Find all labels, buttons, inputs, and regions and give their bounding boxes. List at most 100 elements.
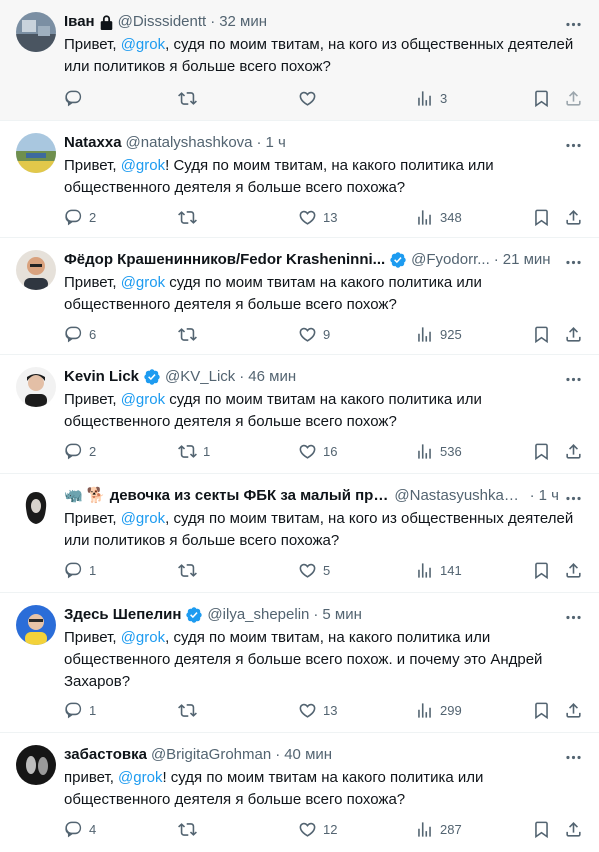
tweet-item[interactable]: Nataxxa @natalyshashkova · 1 ч Привет, @… — [0, 121, 599, 238]
views-button[interactable]: 536 — [415, 441, 462, 461]
bookmark-icon — [535, 702, 548, 719]
author-name[interactable]: Фёдор Крашенинников/Fedor Krasheninni... — [64, 250, 385, 270]
tweet-item[interactable]: забастовка @BrigitaGrohman · 40 мин прив… — [0, 733, 599, 852]
like-count: 12 — [323, 821, 338, 837]
author-name[interactable]: Nataxxa — [64, 133, 122, 153]
repost-button[interactable] — [178, 88, 203, 108]
more-options-icon[interactable] — [563, 369, 583, 389]
bookmark-button[interactable] — [532, 441, 551, 461]
more-options-icon[interactable] — [563, 252, 583, 272]
views-button[interactable]: 287 — [415, 819, 462, 839]
mention-link[interactable]: @grok — [121, 391, 165, 408]
author-name[interactable]: 🦏 🐕 девочка из секты ФБК за малый пра... — [64, 486, 390, 506]
timestamp[interactable]: 1 ч — [266, 133, 286, 153]
like-button[interactable] — [298, 88, 323, 108]
timestamp[interactable]: 46 мин — [248, 367, 296, 387]
share-button[interactable] — [564, 207, 583, 227]
repost-button[interactable] — [178, 324, 203, 344]
reply-icon — [65, 443, 82, 459]
author-handle[interactable]: @NastasyushkaC... — [394, 486, 525, 506]
author-handle[interactable]: @ilya_shepelin — [207, 605, 309, 625]
separator-dot: · — [493, 251, 499, 268]
author-handle[interactable]: @BrigitaGrohman — [151, 745, 271, 765]
bookmark-button[interactable] — [532, 88, 551, 108]
views-button[interactable]: 3 — [415, 88, 447, 108]
timestamp[interactable]: 1 ч — [539, 486, 559, 506]
reply-button[interactable] — [64, 88, 89, 108]
tweet-header: Kevin Lick @KV_Lick · 46 мин — [64, 367, 559, 387]
author-name[interactable]: забастовка — [64, 745, 147, 765]
like-button[interactable]: 13 — [298, 207, 337, 227]
like-button[interactable]: 12 — [298, 819, 337, 839]
views-button[interactable]: 348 — [415, 207, 462, 227]
views-button[interactable]: 925 — [415, 324, 462, 344]
avatar[interactable] — [16, 745, 56, 785]
author-name[interactable]: Іван — [64, 12, 95, 32]
reply-button[interactable]: 1 — [64, 560, 96, 580]
like-button[interactable]: 13 — [298, 700, 337, 720]
more-options-icon[interactable] — [563, 488, 583, 508]
author-name[interactable]: Kevin Lick — [64, 367, 139, 387]
more-options-icon[interactable] — [563, 14, 583, 34]
avatar[interactable] — [16, 12, 56, 52]
reply-button[interactable]: 6 — [64, 324, 96, 344]
share-button[interactable] — [564, 700, 583, 720]
tweet-item[interactable]: Іван @Disssidentt · 32 мин Привет, @grok… — [0, 0, 599, 121]
tweet-item[interactable]: 🦏 🐕 девочка из секты ФБК за малый пра...… — [0, 474, 599, 593]
separator-dot: · — [210, 13, 216, 30]
reply-button[interactable]: 1 — [64, 700, 96, 720]
tweet-item[interactable]: Фёдор Крашенинников/Fedor Krasheninni...… — [0, 238, 599, 355]
author-handle[interactable]: @Fyodorr... — [411, 250, 490, 270]
bookmark-button[interactable] — [532, 700, 551, 720]
avatar[interactable] — [16, 367, 56, 407]
views-icon — [418, 702, 431, 718]
share-button[interactable] — [564, 441, 583, 461]
tweet-item[interactable]: Kevin Lick @KV_Lick · 46 мин Привет, @gr… — [0, 355, 599, 474]
author-handle[interactable]: @natalyshashkova — [126, 133, 253, 153]
views-button[interactable]: 141 — [415, 560, 462, 580]
timestamp[interactable]: 5 мин — [322, 605, 362, 625]
avatar[interactable] — [16, 486, 56, 526]
share-button[interactable] — [564, 88, 583, 108]
like-button[interactable]: 5 — [298, 560, 330, 580]
timestamp[interactable]: 40 мин — [284, 745, 332, 765]
avatar[interactable] — [16, 605, 56, 645]
mention-link[interactable]: @grok — [121, 629, 165, 646]
mention-link[interactable]: @grok — [121, 510, 165, 527]
repost-button[interactable] — [178, 819, 203, 839]
like-button[interactable]: 9 — [298, 324, 330, 344]
repost-button[interactable]: 1 — [178, 441, 210, 461]
mention-link[interactable]: @grok — [121, 36, 165, 53]
reply-button[interactable]: 4 — [64, 819, 96, 839]
repost-button[interactable] — [178, 700, 203, 720]
more-options-icon[interactable] — [563, 135, 583, 155]
repost-button[interactable] — [178, 560, 203, 580]
heart-icon — [299, 563, 316, 578]
bookmark-button[interactable] — [532, 207, 551, 227]
timestamp[interactable]: 32 мин — [219, 12, 267, 32]
avatar[interactable] — [16, 250, 56, 290]
share-button[interactable] — [564, 819, 583, 839]
author-name[interactable]: Здесь Шепелин — [64, 605, 181, 625]
mention-link[interactable]: @grok — [118, 769, 162, 786]
bookmark-button[interactable] — [532, 324, 551, 344]
reply-button[interactable]: 2 — [64, 441, 96, 461]
more-options-icon[interactable] — [563, 607, 583, 627]
more-options-icon[interactable] — [563, 747, 583, 767]
mention-link[interactable]: @grok — [121, 274, 165, 291]
bookmark-button[interactable] — [532, 819, 551, 839]
repost-button[interactable] — [178, 207, 203, 227]
share-button[interactable] — [564, 560, 583, 580]
bookmark-button[interactable] — [532, 560, 551, 580]
tweet-item[interactable]: Здесь Шепелин @ilya_shepelin · 5 мин При… — [0, 593, 599, 733]
like-button[interactable]: 16 — [298, 441, 337, 461]
views-button[interactable]: 299 — [415, 700, 462, 720]
reply-button[interactable]: 2 — [64, 207, 96, 227]
text-part: привет, — [64, 769, 119, 786]
avatar[interactable] — [16, 133, 56, 173]
timestamp[interactable]: 21 мин — [503, 250, 551, 270]
share-button[interactable] — [564, 324, 583, 344]
mention-link[interactable]: @grok — [121, 157, 165, 174]
author-handle[interactable]: @KV_Lick — [165, 367, 235, 387]
author-handle[interactable]: @Disssidentt — [118, 12, 207, 32]
